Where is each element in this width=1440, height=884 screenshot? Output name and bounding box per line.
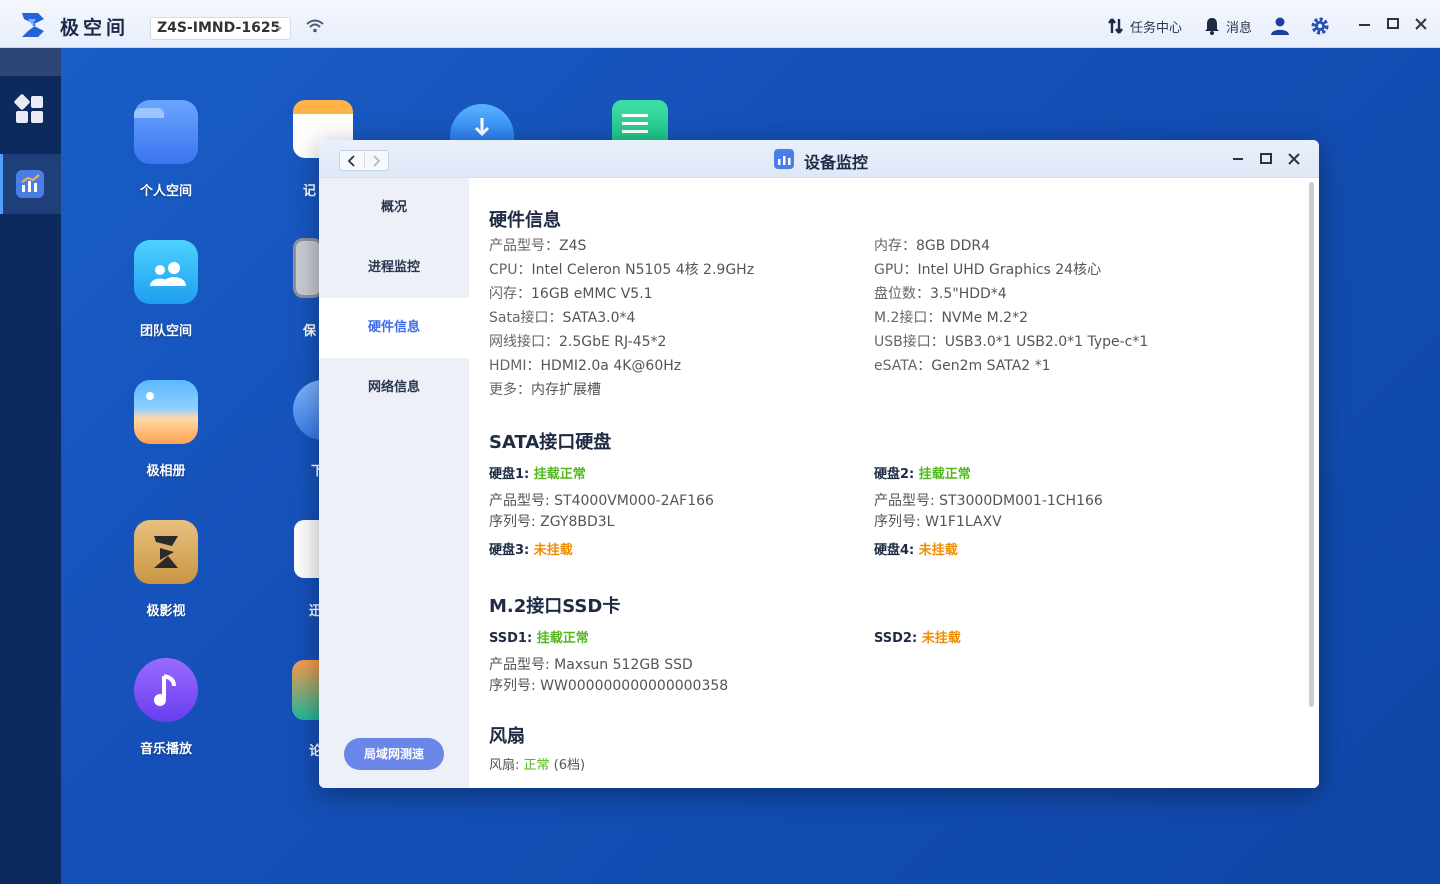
desktop-icon-label: 极影视 xyxy=(146,604,186,619)
window-title-bar[interactable]: 设备监控 xyxy=(319,140,1319,178)
brand-name: 极空间 xyxy=(60,17,130,39)
hw-row: 闪存：16GB eMMC V5.1 xyxy=(489,286,653,302)
partial-label: 保 xyxy=(303,324,317,339)
desktop-icon-label: 音乐播放 xyxy=(139,742,192,757)
hw-row: GPU：Intel UHD Graphics 24核心 xyxy=(874,262,1102,278)
forward-arrow-icon[interactable] xyxy=(370,154,382,168)
hw-row: 产品型号：Z4S xyxy=(489,238,587,254)
dock-header xyxy=(0,48,61,76)
disk1-status: 硬盘1: 挂载正常 xyxy=(489,467,586,482)
messages-label: 消息 xyxy=(1226,20,1253,36)
nav-separator xyxy=(364,153,365,168)
task-center-label: 任务中心 xyxy=(1130,20,1183,36)
hw-row: 盘位数：3.5"HDD*4 xyxy=(874,286,1007,302)
disk4-status: 硬盘4: 未挂载 xyxy=(874,543,958,558)
cloud-download-icon[interactable] xyxy=(450,104,514,140)
section-title-fan: 风扇 xyxy=(489,726,525,747)
partial-label: 记 xyxy=(303,184,317,199)
ssd1-serial: 序列号: WW000000000000000358 xyxy=(489,678,729,694)
forum-app-icon[interactable] xyxy=(292,660,322,720)
nav-buttons xyxy=(339,150,389,171)
back-arrow-icon[interactable] xyxy=(346,154,358,168)
lan-speed-test-button[interactable]: 局域网测速 xyxy=(344,738,444,770)
folder-icon xyxy=(134,100,198,164)
desktop-icon-label: 个人空间 xyxy=(139,184,192,199)
team-folder-icon xyxy=(134,240,198,304)
maximize-icon[interactable] xyxy=(1383,14,1403,34)
scrollbar[interactable] xyxy=(1309,182,1314,707)
document-app-icon[interactable] xyxy=(612,100,668,140)
nav-item-network-info[interactable]: 网络信息 xyxy=(319,358,469,418)
hw-row: USB接口：USB3.0*1 USB2.0*1 Type-c*1 xyxy=(874,334,1149,350)
music-icon xyxy=(134,658,198,722)
gear-icon[interactable] xyxy=(1310,16,1330,36)
disk3-status: 硬盘3: 未挂载 xyxy=(489,543,573,558)
hw-row: eSATA：Gen2m SATA2 *1 xyxy=(874,358,1051,374)
disk1-model: 产品型号: ST4000VM000-2AF166 xyxy=(489,493,714,509)
video-icon xyxy=(134,520,198,584)
app-logo-icon xyxy=(22,13,44,37)
task-center-button[interactable]: 任务中心 xyxy=(1106,15,1182,37)
active-indicator xyxy=(0,154,3,214)
disk2-status: 硬盘2: 挂载正常 xyxy=(874,467,971,482)
nav-item-process-monitor[interactable]: 进程监控 xyxy=(319,238,469,298)
user-icon[interactable] xyxy=(1270,16,1290,36)
minimize-icon[interactable] xyxy=(1355,14,1375,34)
close-icon[interactable] xyxy=(1411,14,1431,34)
fan-status: 风扇: 正常 (6档) xyxy=(489,758,586,773)
ssd2-status: SSD2: 未挂载 xyxy=(874,631,961,646)
desktop-icon-team-space[interactable]: 团队空间 xyxy=(111,240,221,339)
disk1-serial: 序列号: ZGY8BD3L xyxy=(489,514,615,530)
hw-row: HDMI：HDMI2.0a 4K@60Hz xyxy=(489,358,682,374)
ssd1-model: 产品型号: Maxsun 512GB SSD xyxy=(489,657,693,673)
hw-row: 内存：8GB DDR4 xyxy=(874,238,991,254)
maximize-icon[interactable] xyxy=(1257,150,1275,168)
disk2-model: 产品型号: ST3000DM001-1CH166 xyxy=(874,493,1103,509)
minimize-icon[interactable] xyxy=(1229,150,1247,168)
disk2-serial: 序列号: W1F1LAXV xyxy=(874,514,1002,530)
nav-item-overview[interactable]: 概况 xyxy=(319,178,469,238)
chevron-down-icon xyxy=(276,27,282,31)
transfer-arrows-icon xyxy=(1108,18,1123,34)
section-title-sata: SATA接口硬盘 xyxy=(489,432,612,453)
hw-row: Sata接口：SATA3.0*4 xyxy=(489,310,636,326)
top-bar: 极空间 Z4S-IMND-1625 任务中心 消息 xyxy=(0,0,1440,48)
window-title: 设备监控 xyxy=(804,153,869,172)
section-title-m2: M.2接口SSD卡 xyxy=(489,596,621,617)
device-name: Z4S-IMND-1625 xyxy=(157,20,281,36)
hw-row: M.2接口：NVMe M.2*2 xyxy=(874,310,1028,326)
photo-album-icon xyxy=(134,380,198,444)
desktop-icon-music[interactable]: 音乐播放 xyxy=(111,658,221,757)
hw-row: 更多：内存扩展槽 xyxy=(489,382,601,398)
window-sidebar: 概况 进程监控 硬件信息 网络信息 局域网测速 xyxy=(319,178,469,788)
bell-icon xyxy=(1205,18,1219,35)
desktop-icon-label: 团队空间 xyxy=(139,324,192,339)
desktop-icon-personal-space[interactable]: 个人空间 xyxy=(111,100,221,199)
wifi-icon[interactable] xyxy=(305,18,325,34)
left-dock xyxy=(0,48,61,884)
nav-item-hardware-info[interactable]: 硬件信息 xyxy=(319,298,469,358)
desktop-icon-label: 极相册 xyxy=(146,464,186,479)
device-selector[interactable]: Z4S-IMND-1625 xyxy=(150,17,291,40)
desktop-icon-photo-album[interactable]: 极相册 xyxy=(111,380,221,479)
section-title-hardware: 硬件信息 xyxy=(489,210,561,231)
monitor-chart-icon xyxy=(16,170,44,198)
dock-item-device-monitor[interactable] xyxy=(0,154,61,214)
hw-row: CPU：Intel Celeron N5105 4核 2.9GHz xyxy=(489,262,755,278)
hardware-content: 硬件信息 产品型号：Z4S CPU：Intel Celeron N5105 4核… xyxy=(469,178,1319,788)
monitor-chart-icon xyxy=(774,149,794,169)
hw-row: 网线接口：2.5GbE RJ-45*2 xyxy=(489,334,667,350)
messages-button[interactable]: 消息 xyxy=(1202,15,1252,37)
close-icon[interactable] xyxy=(1285,150,1303,168)
ssd1-status: SSD1: 挂载正常 xyxy=(489,631,589,646)
app-grid-icon[interactable] xyxy=(14,94,46,126)
desktop-icon-video[interactable]: 极影视 xyxy=(111,520,221,619)
device-monitor-window: 设备监控 概况 进程监控 硬件信息 网络信息 局域网测速 硬件信息 产品型号：Z… xyxy=(319,140,1319,788)
